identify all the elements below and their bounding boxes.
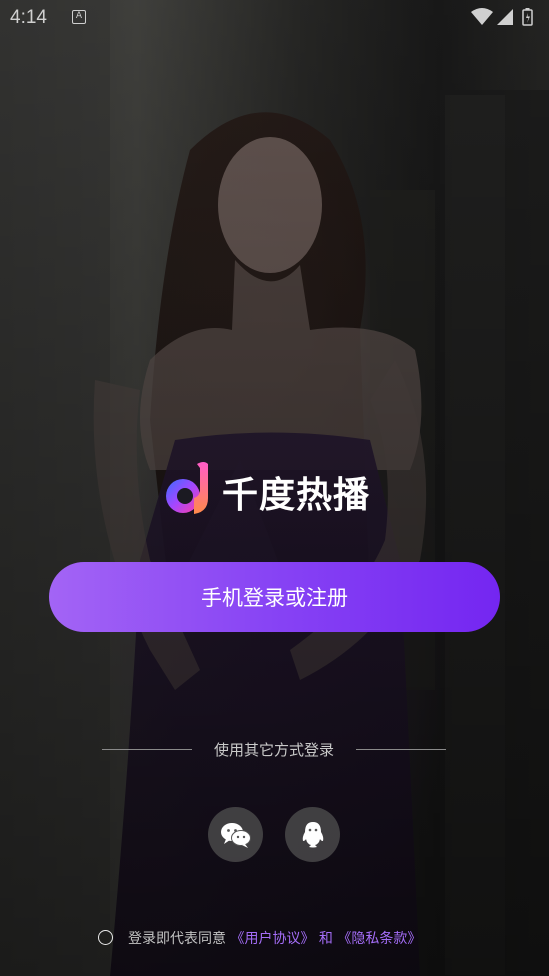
battery-icon [522,8,533,26]
login-screen: 4:14 A 千度热播 手机登录或注册 使用其它方式登录 登录即代表同意 《用户… [0,0,549,976]
app-name: 千度热播 [222,475,371,516]
qq-login-button[interactable] [285,807,340,862]
agree-radio[interactable] [98,930,113,945]
notification-icon: A [72,10,86,24]
agreement-text: 登录即代表同意 《用户协议》 和 《隐私条款》 [128,928,421,948]
wechat-icon [220,822,251,848]
status-bar: 4:14 A [0,0,549,36]
qq-icon [302,821,323,847]
divider-right [356,749,446,750]
agreement-connector: 和 [318,931,333,947]
signal-icon [497,9,513,25]
user-agreement-link[interactable]: 《用户协议》 [230,931,314,947]
agreement-prefix: 登录即代表同意 [128,931,226,947]
wechat-login-button[interactable] [208,807,263,862]
status-icons [471,8,533,26]
privacy-policy-link[interactable]: 《隐私条款》 [337,931,421,947]
wifi-icon [471,8,493,25]
status-time: 4:14 [10,7,47,28]
other-login-divider: 使用其它方式登录 [102,737,446,763]
music-note-d-icon [166,462,208,514]
app-logo: 千度热播 [164,458,394,518]
phone-login-button[interactable]: 手机登录或注册 [49,562,500,632]
